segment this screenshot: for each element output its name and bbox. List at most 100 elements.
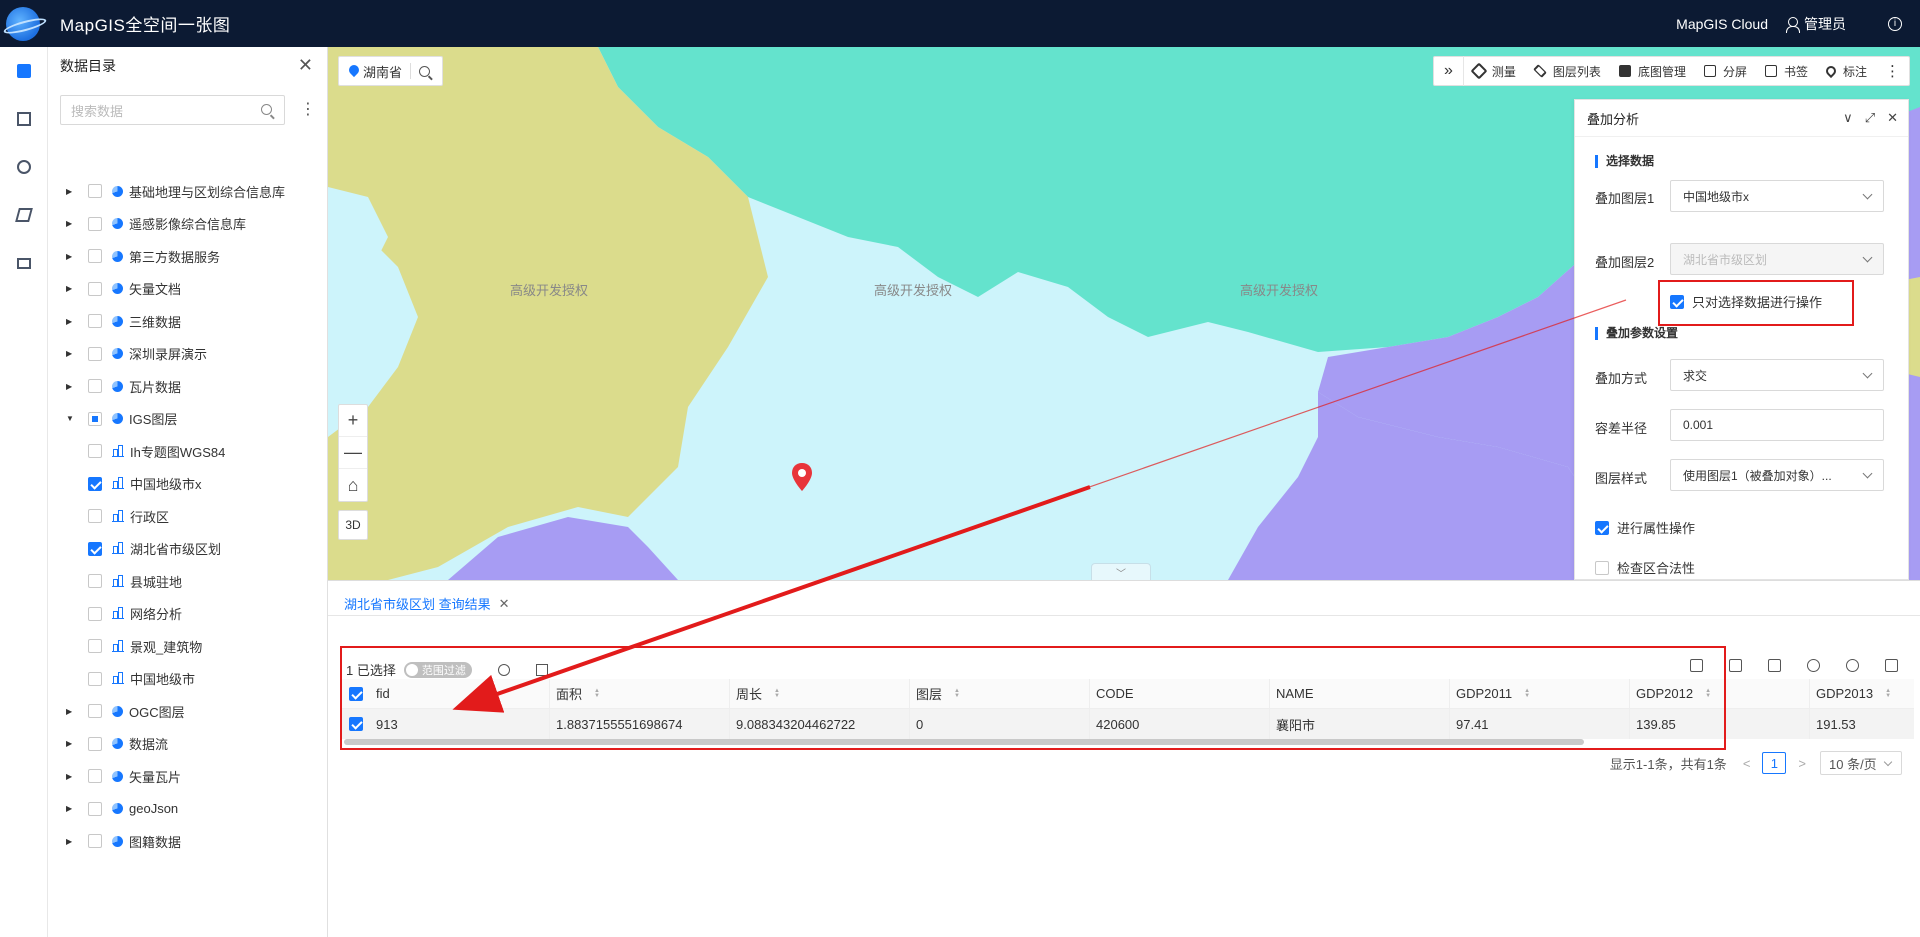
basemap-tool[interactable]: 底图管理 bbox=[1610, 56, 1695, 86]
expand-caret-icon[interactable]: ▶ bbox=[66, 187, 74, 196]
tree-node[interactable]: ▶ 三维数据 bbox=[48, 305, 328, 338]
split-screen-tool[interactable]: 分屏 bbox=[1695, 56, 1756, 86]
tree-checkbox[interactable] bbox=[88, 671, 102, 686]
expand-toolbar-icon[interactable]: » bbox=[1434, 56, 1464, 86]
tree-leaf[interactable]: 县城驻地 bbox=[48, 565, 328, 598]
expand-caret-icon[interactable]: ▶ bbox=[66, 252, 74, 261]
tree-leaf[interactable]: 中国地级市x bbox=[48, 468, 328, 501]
expand-caret-icon[interactable]: ▶ bbox=[66, 772, 74, 781]
tree-leaf[interactable]: 网络分析 bbox=[48, 598, 328, 631]
tree-checkbox[interactable] bbox=[88, 249, 102, 264]
layer1-select[interactable]: 中国地级市x bbox=[1670, 180, 1884, 212]
collapse-icon[interactable]: ∨ bbox=[1843, 110, 1853, 126]
tree-node[interactable]: ▶ 图籍数据 bbox=[48, 825, 328, 858]
zoom-out-button[interactable]: — bbox=[339, 437, 367, 469]
style-select[interactable]: 使用图层1（被叠加对象）... bbox=[1670, 459, 1884, 491]
zoom-in-button[interactable]: + bbox=[339, 405, 367, 437]
checkbox[interactable] bbox=[1595, 560, 1609, 575]
tree-checkbox[interactable] bbox=[88, 736, 102, 751]
statistics-icon[interactable] bbox=[1729, 659, 1742, 672]
search-icon[interactable] bbox=[261, 104, 272, 115]
more-menu-icon[interactable]: ⋮ bbox=[300, 99, 316, 119]
more-icon[interactable]: ⋮ bbox=[1876, 56, 1909, 86]
attr-op-checkbox[interactable]: 进行属性操作 bbox=[1595, 518, 1695, 537]
tree-node[interactable]: ▶ 基础地理与区划综合信息库 bbox=[48, 175, 328, 208]
3d-toggle-button[interactable]: 3D bbox=[338, 510, 368, 540]
tree-leaf[interactable]: 湖北省市级区划 bbox=[48, 533, 328, 566]
tree-node[interactable]: ▶ geoJson bbox=[48, 793, 328, 826]
tree-leaf[interactable]: 景观_建筑物 bbox=[48, 630, 328, 663]
next-page-button[interactable]: > bbox=[1798, 756, 1806, 771]
tree-node[interactable]: ▶ 数据流 bbox=[48, 728, 328, 761]
bookmark-tool[interactable]: 书签 bbox=[1756, 56, 1817, 86]
tolerance-input[interactable]: 0.001 bbox=[1670, 409, 1884, 441]
tree-leaf[interactable]: 中国地级市 bbox=[48, 663, 328, 696]
tree-checkbox[interactable] bbox=[88, 379, 102, 394]
layer-list-tool[interactable]: 图层列表 bbox=[1525, 56, 1610, 86]
tree-checkbox[interactable] bbox=[88, 281, 102, 296]
screen-nav-icon[interactable] bbox=[0, 239, 48, 287]
tree-node[interactable]: ▶ OGC图层 bbox=[48, 695, 328, 728]
tree-checkbox[interactable] bbox=[88, 704, 102, 719]
expand-caret-icon[interactable]: ▶ bbox=[66, 284, 74, 293]
close-icon[interactable]: ✕ bbox=[1887, 110, 1898, 126]
expand-caret-icon[interactable]: ▶ bbox=[66, 804, 74, 813]
page-size-select[interactable]: 10 条/页 bbox=[1820, 751, 1902, 775]
tree-checkbox[interactable] bbox=[88, 574, 102, 589]
expand-caret-icon[interactable]: ▶ bbox=[66, 349, 74, 358]
tree-node[interactable]: ▶ 瓦片数据 bbox=[48, 370, 328, 403]
sort-icon[interactable]: ▲ ▼ bbox=[1885, 688, 1891, 699]
tree-leaf[interactable]: Ih专题图WGS84 bbox=[48, 435, 328, 468]
filter-icon[interactable] bbox=[1768, 659, 1781, 672]
close-icon[interactable]: ✕ bbox=[298, 55, 313, 76]
check-valid-checkbox[interactable]: 检查区合法性 bbox=[1595, 558, 1695, 577]
result-tab[interactable]: 湖北省市级区划 查询结果 ✕ bbox=[344, 594, 510, 613]
tree-checkbox[interactable] bbox=[88, 801, 102, 816]
tree-node-igs[interactable]: ▼ IGS图层 bbox=[48, 403, 328, 436]
refresh-icon[interactable] bbox=[1807, 659, 1820, 672]
tree-checkbox[interactable] bbox=[88, 606, 102, 621]
collapse-caret-icon[interactable]: ▼ bbox=[66, 414, 74, 423]
tree-checkbox[interactable] bbox=[88, 476, 102, 491]
map-marker-icon[interactable] bbox=[792, 463, 812, 491]
analysis-nav-icon[interactable] bbox=[0, 143, 48, 191]
fullscreen-icon[interactable]: ⤢ bbox=[1865, 110, 1875, 126]
info-icon[interactable]: i bbox=[1888, 16, 1902, 31]
tree-checkbox[interactable] bbox=[88, 639, 102, 654]
user-menu[interactable]: 管理员 bbox=[1786, 14, 1846, 34]
tree-checkbox[interactable] bbox=[88, 541, 102, 556]
mark-tool[interactable]: 标注 bbox=[1817, 56, 1876, 86]
home-button[interactable]: ⌂ bbox=[339, 469, 367, 501]
tree-checkbox[interactable] bbox=[88, 216, 102, 231]
page-number-button[interactable]: 1 bbox=[1762, 752, 1787, 774]
tree-checkbox[interactable] bbox=[88, 509, 102, 524]
tree-node[interactable]: ▶ 第三方数据服务 bbox=[48, 240, 328, 273]
tree-node[interactable]: ▶ 矢量文档 bbox=[48, 273, 328, 306]
expand-caret-icon[interactable]: ▶ bbox=[66, 707, 74, 716]
tree-checkbox[interactable] bbox=[88, 411, 102, 426]
tools-nav-icon[interactable] bbox=[0, 191, 48, 239]
checkbox[interactable] bbox=[1595, 520, 1609, 535]
tree-checkbox[interactable] bbox=[88, 184, 102, 199]
column-header[interactable]: GDP2013 ▲ ▼ bbox=[1810, 679, 1910, 709]
method-select[interactable]: 求交 bbox=[1670, 359, 1884, 391]
tree-leaf[interactable]: 行政区 bbox=[48, 500, 328, 533]
tree-checkbox[interactable] bbox=[88, 834, 102, 849]
tree-checkbox[interactable] bbox=[88, 314, 102, 329]
tree-checkbox[interactable] bbox=[88, 769, 102, 784]
expand-caret-icon[interactable]: ▶ bbox=[66, 317, 74, 326]
tree-node[interactable]: ▶ 深圳录屏演示 bbox=[48, 338, 328, 371]
catalog-search-input[interactable]: 搜索数据 bbox=[60, 95, 285, 125]
tree-checkbox[interactable] bbox=[88, 444, 102, 459]
cloud-link[interactable]: MapGIS Cloud bbox=[1676, 16, 1768, 32]
search-icon[interactable] bbox=[419, 65, 431, 77]
fullscreen-icon[interactable] bbox=[1885, 659, 1898, 672]
data-catalog-nav-icon[interactable] bbox=[0, 47, 48, 95]
location-name[interactable]: 湖南省 bbox=[363, 62, 402, 81]
location-search-box[interactable]: 湖南省 bbox=[338, 56, 444, 86]
prev-page-button[interactable]: < bbox=[1743, 756, 1751, 771]
tree-node[interactable]: ▶ 遥感影像综合信息库 bbox=[48, 208, 328, 241]
collapse-panel-icon[interactable]: ﹀ bbox=[1091, 563, 1151, 580]
measure-tool[interactable]: 测量 bbox=[1464, 56, 1525, 86]
tree-node[interactable]: ▶ 矢量瓦片 bbox=[48, 760, 328, 793]
